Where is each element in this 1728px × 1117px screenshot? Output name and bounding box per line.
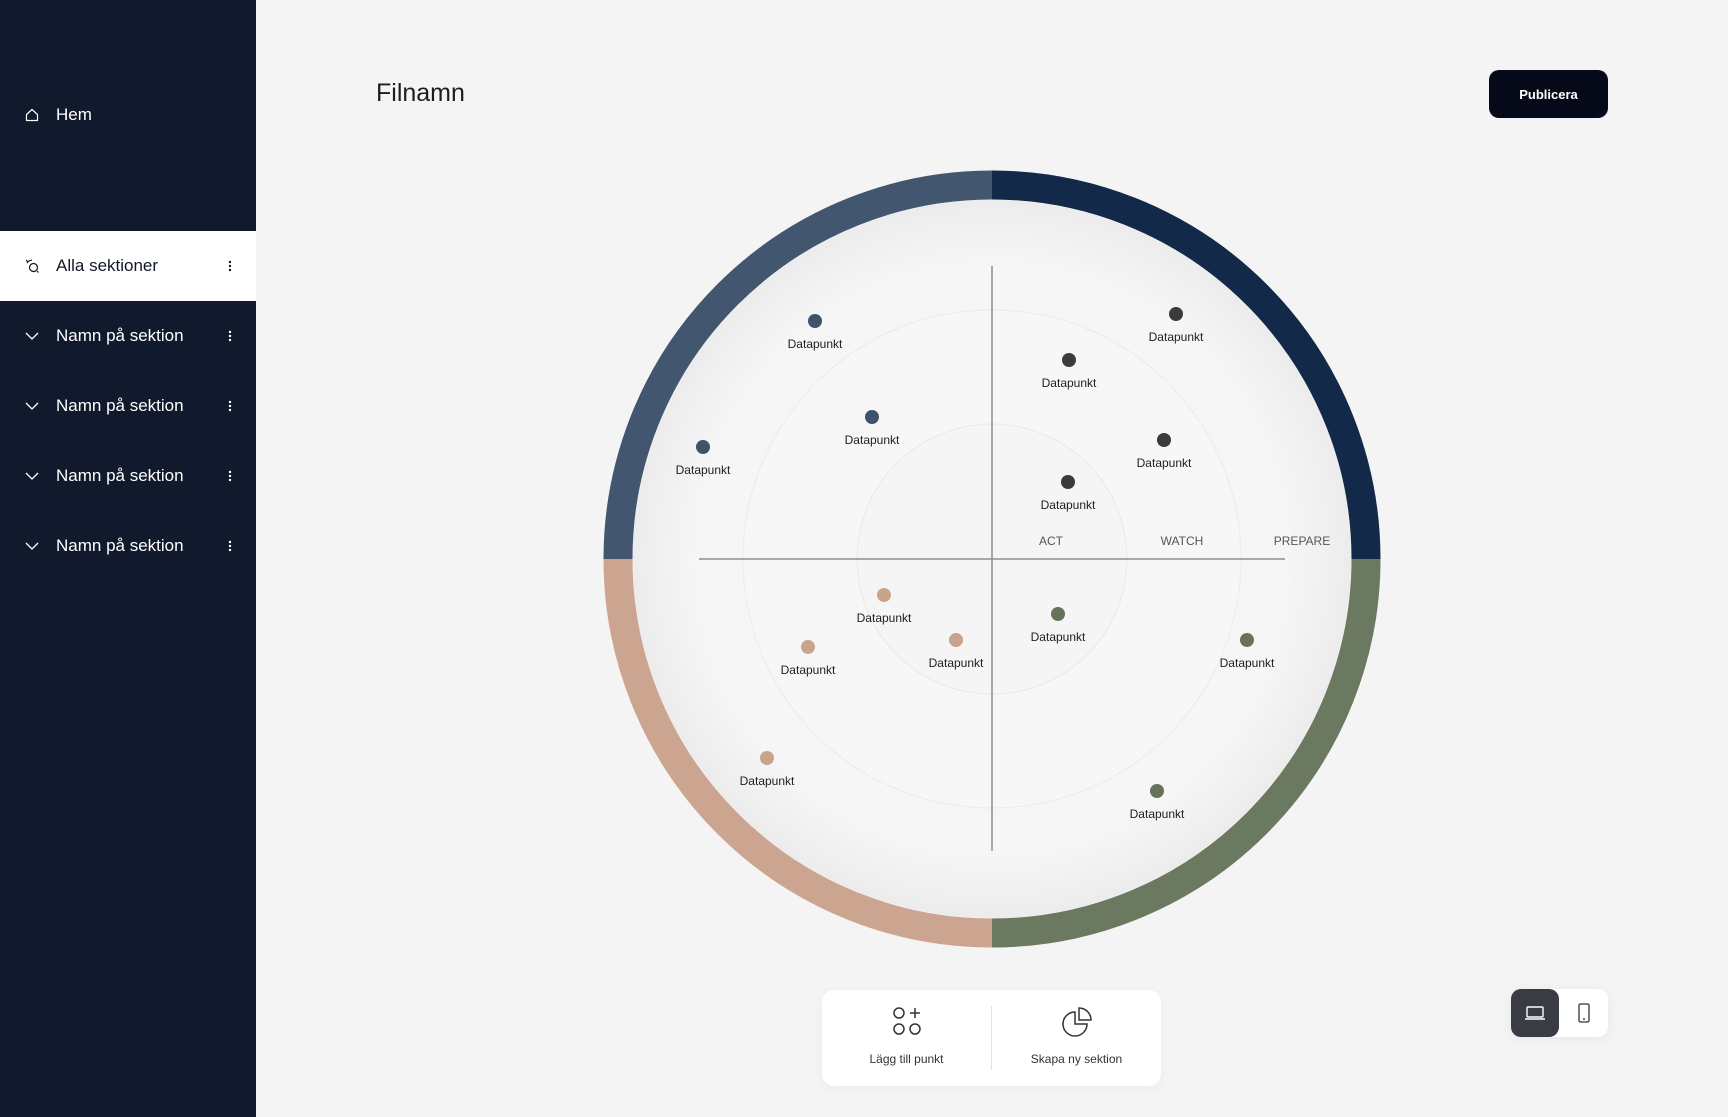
data-point-label: Datapunkt bbox=[845, 433, 900, 447]
ring-label-prepare: PREPARE bbox=[1274, 534, 1330, 548]
data-point-label: Datapunkt bbox=[929, 656, 984, 670]
phone-icon bbox=[1578, 1003, 1590, 1023]
mobile-view-button[interactable] bbox=[1560, 989, 1608, 1037]
device-toggle bbox=[1511, 989, 1608, 1037]
add-point-label: Lägg till punkt bbox=[869, 1052, 944, 1066]
data-point-label: Datapunkt bbox=[676, 463, 731, 477]
data-point-marker[interactable] bbox=[1150, 784, 1164, 798]
data-point-marker[interactable] bbox=[1051, 607, 1065, 621]
data-point-marker[interactable] bbox=[1240, 633, 1254, 647]
add-point-button[interactable]: Lägg till punkt bbox=[822, 990, 991, 1086]
data-point-label: Datapunkt bbox=[740, 774, 795, 788]
data-point-label: Datapunkt bbox=[1130, 807, 1185, 821]
add-point-icon bbox=[892, 1007, 921, 1035]
data-point-label: Datapunkt bbox=[781, 663, 836, 677]
bottom-toolbar: Lägg till punkt Skapa ny sektion bbox=[822, 990, 1161, 1086]
data-point-label: Datapunkt bbox=[1137, 456, 1192, 470]
data-point-label: Datapunkt bbox=[1220, 656, 1275, 670]
data-point-marker[interactable] bbox=[760, 751, 774, 765]
data-point-label: Datapunkt bbox=[1031, 630, 1086, 644]
data-point-marker[interactable] bbox=[696, 440, 710, 454]
radar-chart: ACT WATCH PREPARE Datapunkt Datapunkt Data… bbox=[603, 170, 1381, 948]
laptop-icon bbox=[1525, 1006, 1545, 1020]
data-point-label: Datapunkt bbox=[1042, 376, 1097, 390]
data-point-marker[interactable] bbox=[865, 410, 879, 424]
data-point-marker[interactable] bbox=[808, 314, 822, 328]
data-point-marker[interactable] bbox=[877, 588, 891, 602]
ring-label-act: ACT bbox=[1039, 534, 1064, 548]
data-point-marker[interactable] bbox=[801, 640, 815, 654]
data-point-marker[interactable] bbox=[1061, 475, 1075, 489]
create-section-label: Skapa ny sektion bbox=[1030, 1052, 1123, 1066]
data-point-marker[interactable] bbox=[1062, 353, 1076, 367]
data-point-marker[interactable] bbox=[1157, 433, 1171, 447]
data-point-label: Datapunkt bbox=[1041, 498, 1096, 512]
ring-label-watch: WATCH bbox=[1161, 534, 1204, 548]
data-point-marker[interactable] bbox=[1169, 307, 1183, 321]
data-point-label: Datapunkt bbox=[788, 337, 843, 351]
data-point-marker[interactable] bbox=[949, 633, 963, 647]
data-point-label: Datapunkt bbox=[857, 611, 912, 625]
data-point-label: Datapunkt bbox=[1149, 330, 1204, 344]
desktop-view-button[interactable] bbox=[1511, 989, 1559, 1037]
create-section-button[interactable]: Skapa ny sektion bbox=[992, 990, 1161, 1086]
pie-chart-icon bbox=[1061, 1007, 1092, 1037]
